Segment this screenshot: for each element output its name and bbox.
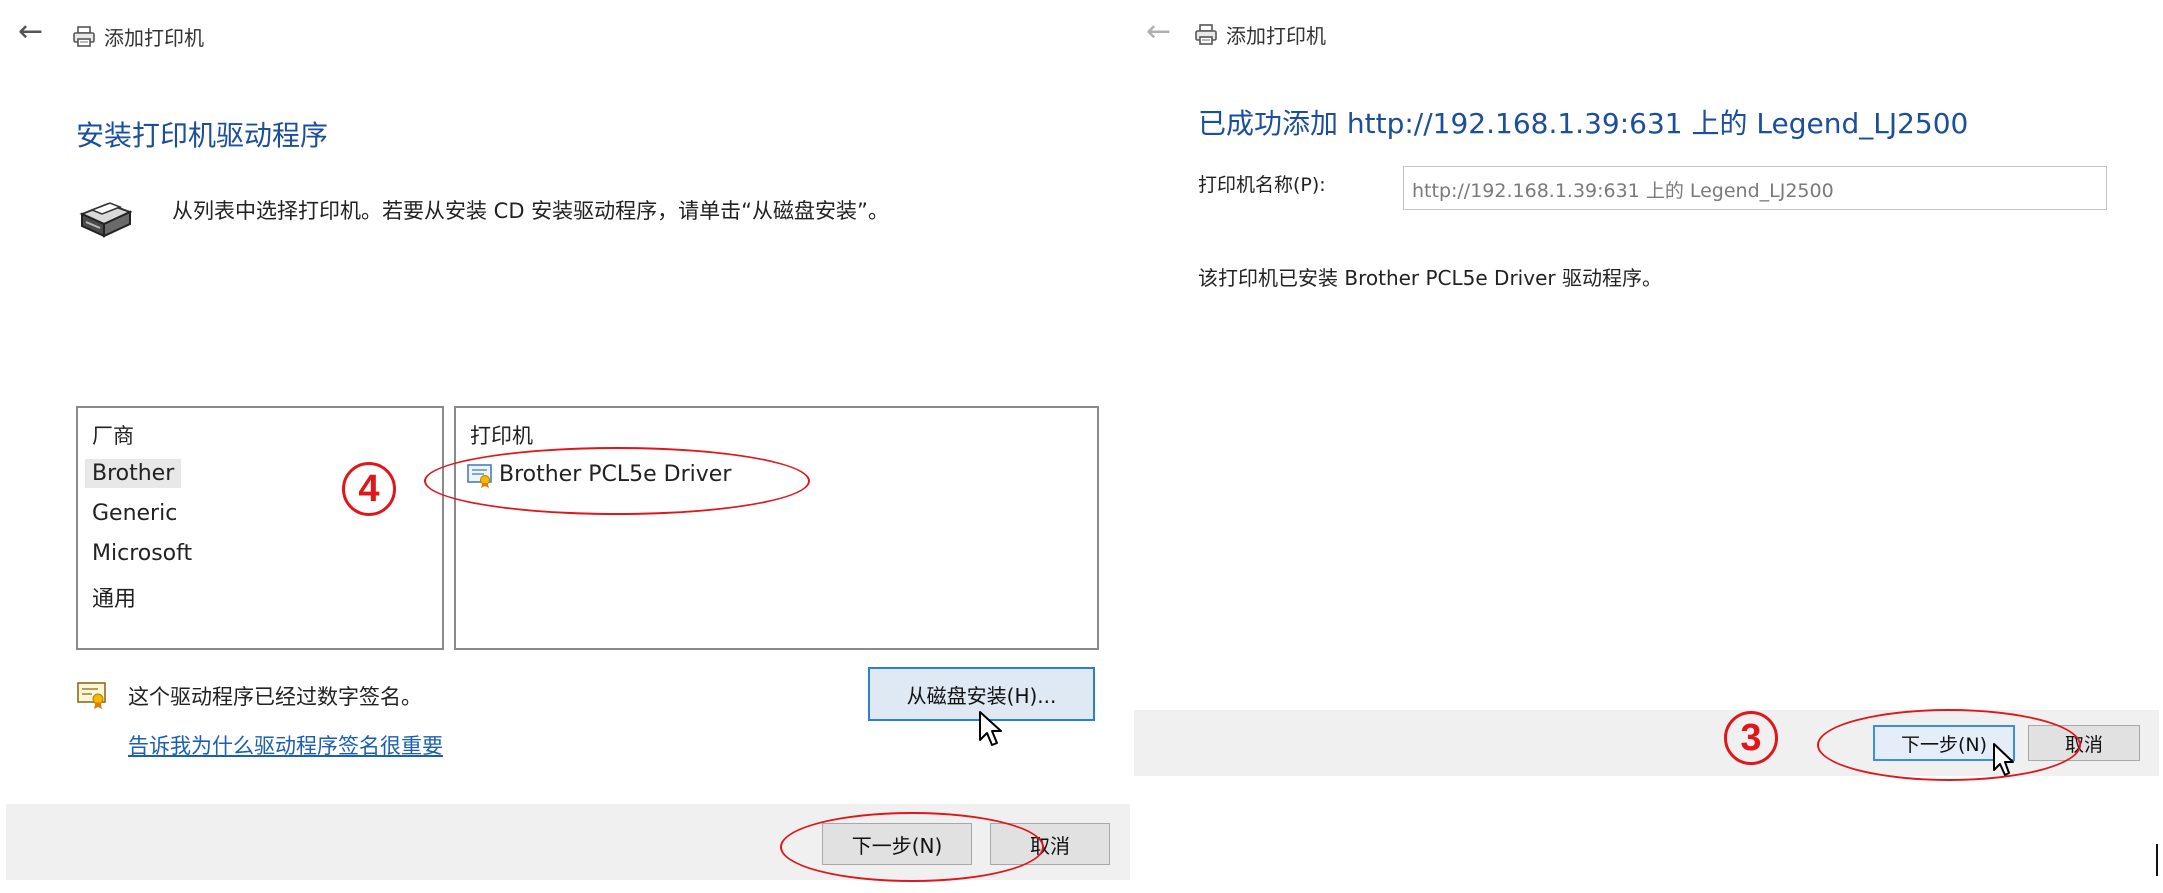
text-caret [2156, 844, 2158, 876]
printer-icon [73, 25, 95, 47]
annotation-ellipse [424, 447, 810, 515]
annotation-marker-3: 3 [1724, 711, 1778, 765]
manufacturer-item[interactable]: 通用 [85, 579, 143, 615]
back-arrow-icon[interactable]: ← [18, 17, 43, 47]
manufacturer-item[interactable]: Generic [85, 499, 184, 528]
window-title: 添加打印机 [72, 22, 204, 51]
page-heading: 安装打印机驱动程序 [76, 119, 329, 152]
window-title-text: 添加打印机 [104, 26, 204, 50]
printer-name-field[interactable]: http://192.168.1.39:631 上的 Legend_LJ2500 [1403, 166, 2107, 210]
annotation-marker-4: 4 [342, 462, 396, 516]
printer-driver-icon [79, 202, 133, 238]
manufacturer-item[interactable]: Microsoft [85, 539, 199, 568]
driver-info-text: 该打印机已安装 Brother PCL5e Driver 驱动程序。 [1198, 266, 1662, 290]
signature-help-link[interactable]: 告诉我为什么驱动程序签名很重要 [128, 730, 443, 760]
annotation-ellipse [1817, 709, 2081, 781]
window-title: 添加打印机 [1194, 20, 1326, 49]
signature-text: 这个驱动程序已经过数字签名。 [128, 685, 422, 709]
back-arrow-icon[interactable]: ← [1146, 17, 1171, 47]
instruction-text: 从列表中选择打印机。若要从安装 CD 安装驱动程序，请单击“从磁盘安装”。 [172, 199, 889, 223]
mouse-cursor-icon [979, 711, 1002, 746]
annotation-ellipse [780, 812, 1044, 882]
window-title-text: 添加打印机 [1226, 24, 1326, 48]
certificate-icon [77, 682, 106, 709]
printer-listbox[interactable]: 打印机 Brother PCL5e Driver [454, 406, 1099, 650]
printer-name-label: 打印机名称(P): [1198, 174, 1326, 196]
manufacturer-item[interactable]: Brother [85, 459, 182, 488]
printer-header: 打印机 [470, 424, 533, 448]
page-heading: 已成功添加 http://192.168.1.39:631 上的 Legend_… [1198, 107, 1969, 140]
printer-icon [1195, 23, 1217, 45]
manufacturer-header: 厂商 [92, 424, 134, 448]
manufacturer-listbox[interactable]: 厂商 Brother Generic Microsoft 通用 [76, 406, 444, 650]
